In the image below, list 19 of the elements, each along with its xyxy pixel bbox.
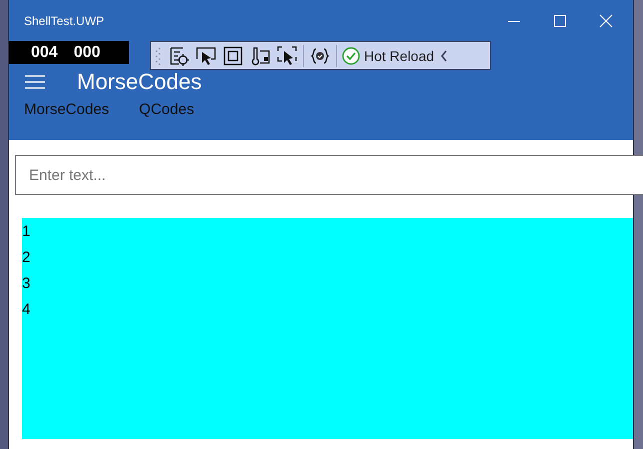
list-item[interactable]: 2 bbox=[22, 246, 30, 270]
list-item[interactable]: 4 bbox=[22, 298, 30, 322]
thermometer-icon[interactable] bbox=[249, 44, 271, 66]
window-title: ShellTest.UWP bbox=[23, 14, 104, 28]
list-item[interactable]: 3 bbox=[22, 272, 30, 296]
list-item[interactable]: 1 bbox=[22, 220, 30, 244]
text-input[interactable]: Enter text... bbox=[15, 155, 643, 195]
menu-icon[interactable] bbox=[25, 75, 45, 89]
page-title: MorseCodes bbox=[77, 70, 202, 94]
collapse-icon[interactable] bbox=[439, 48, 450, 62]
counter-value: 000 bbox=[74, 44, 100, 62]
counter-value: 004 bbox=[31, 44, 58, 62]
grip-icon[interactable] bbox=[155, 46, 161, 66]
hot-reload-button[interactable]: Hot Reload bbox=[342, 46, 434, 64]
pointer-icon[interactable] bbox=[195, 44, 217, 66]
select-element-icon[interactable] bbox=[276, 44, 298, 66]
frame-icon[interactable] bbox=[222, 44, 244, 66]
check-icon bbox=[342, 46, 360, 64]
live-tree-icon[interactable] bbox=[168, 44, 190, 66]
